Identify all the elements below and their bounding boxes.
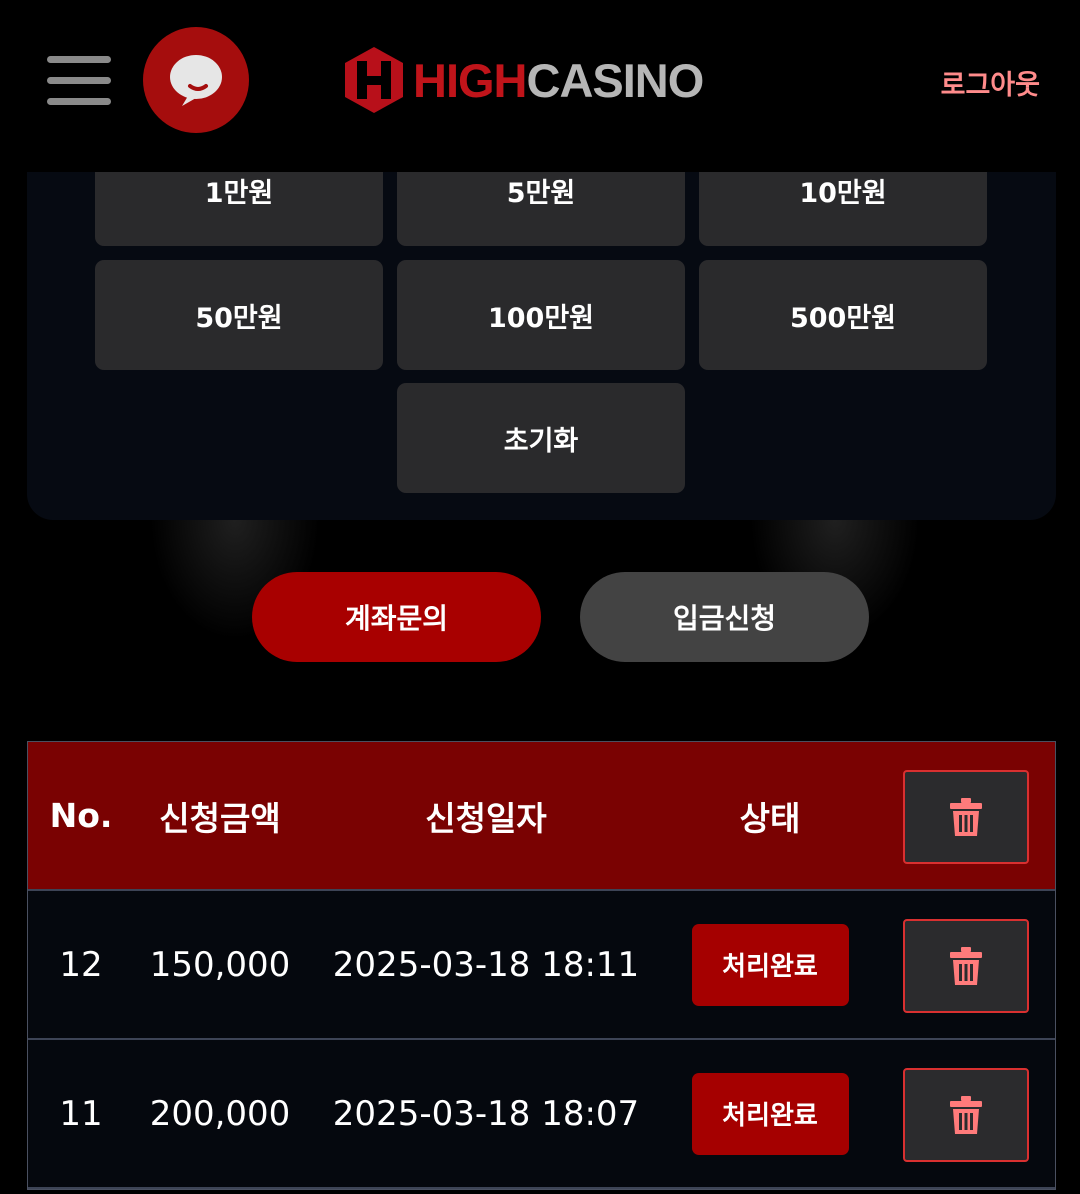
status-badge: 처리완료 xyxy=(691,1072,849,1155)
row-date: 2025-03-18 18:07 xyxy=(332,1093,640,1134)
status-badge: 처리완료 xyxy=(691,923,849,1006)
trash-icon xyxy=(950,1096,982,1134)
header-amount: 신청금액 xyxy=(159,798,281,838)
row-status-cell: 처리완료 xyxy=(666,1040,874,1187)
header-date: 신청일자 xyxy=(425,798,547,838)
trash-icon xyxy=(950,947,982,985)
delete-all-button[interactable] xyxy=(903,770,1029,864)
amount-button-5m[interactable]: 500만원 xyxy=(699,260,987,370)
amount-panel: 1만원 5만원 10만원 50만원 100만원 500만원 초기화 xyxy=(27,120,1056,520)
hamburger-menu-icon[interactable] xyxy=(47,56,111,108)
chat-bubble-icon xyxy=(170,55,222,106)
delete-row-button[interactable] xyxy=(903,919,1029,1013)
chat-button[interactable] xyxy=(143,27,249,133)
app-header: HIGHCASINO 로그아웃 xyxy=(0,0,1080,172)
logo-h-emblem-icon xyxy=(345,47,403,113)
row-date: 2025-03-18 18:11 xyxy=(332,944,640,985)
row-amount: 150,000 xyxy=(149,944,291,985)
trash-icon xyxy=(950,798,982,836)
header-no: No. xyxy=(49,796,113,835)
row-amount: 200,000 xyxy=(149,1093,291,1134)
tab-account-inquiry[interactable]: 계좌문의 xyxy=(252,572,541,662)
table-row: 11 200,000 2025-03-18 18:07 처리완료 xyxy=(28,1040,1055,1189)
reset-button[interactable]: 초기화 xyxy=(397,383,685,493)
amount-button-1m[interactable]: 100만원 xyxy=(397,260,685,370)
delete-row-button[interactable] xyxy=(903,1068,1029,1162)
brand-high-text: HIGH xyxy=(413,53,527,107)
logout-link[interactable]: 로그아웃 xyxy=(941,63,1040,102)
header-status: 상태 xyxy=(739,798,801,838)
row-no: 11 xyxy=(59,1093,103,1134)
row-no: 12 xyxy=(59,944,103,985)
row-status-cell: 처리완료 xyxy=(666,891,874,1038)
amount-button-500k[interactable]: 50만원 xyxy=(95,260,383,370)
tab-deposit-request[interactable]: 입금신청 xyxy=(580,572,869,662)
brand-casino-text: CASINO xyxy=(526,53,705,107)
brand-logo[interactable]: HIGHCASINO xyxy=(343,44,705,116)
deposit-history-table: No. 신청금액 신청일자 상태 12 150,000 2025-03-18 1… xyxy=(27,741,1056,1190)
table-header-row: No. 신청금액 신청일자 상태 xyxy=(28,742,1055,891)
table-row: 12 150,000 2025-03-18 18:11 처리완료 xyxy=(28,891,1055,1040)
